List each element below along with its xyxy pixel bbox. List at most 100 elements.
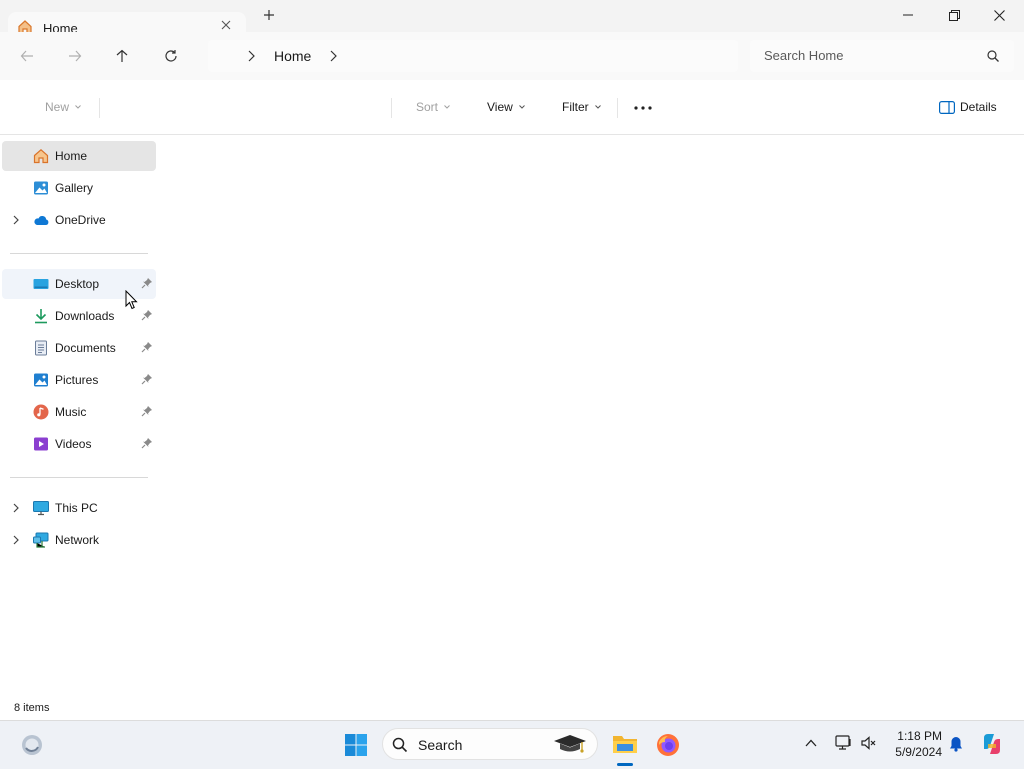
breadcrumb-home[interactable]: Home bbox=[274, 48, 311, 64]
sidebar-item-label: Downloads bbox=[55, 309, 115, 323]
network-icon bbox=[33, 532, 49, 548]
taskbar-search-box[interactable]: Search bbox=[382, 728, 598, 760]
copilot-icon[interactable] bbox=[980, 732, 1004, 756]
graduation-cap-icon bbox=[551, 731, 589, 757]
filter-button[interactable]: Filter bbox=[562, 100, 602, 114]
navigation-pane: Home Gallery OneDrive Desktop Downloads … bbox=[0, 135, 158, 720]
music-icon bbox=[33, 404, 49, 420]
chevron-down-icon bbox=[518, 105, 525, 109]
title-bar: Home bbox=[0, 0, 1024, 36]
taskbar-search-label: Search bbox=[418, 737, 463, 753]
chevron-down-icon bbox=[444, 105, 450, 109]
details-pane-icon bbox=[939, 100, 955, 114]
view-button[interactable]: View bbox=[487, 100, 526, 114]
chevron-right-icon[interactable] bbox=[11, 534, 21, 546]
sidebar-item-network[interactable]: Network bbox=[2, 525, 156, 555]
chevron-right-icon[interactable] bbox=[328, 50, 338, 62]
forward-button[interactable] bbox=[63, 44, 87, 68]
taskbar: Search 1:18 PM 5/9/2024 bbox=[0, 720, 1024, 769]
refresh-button[interactable] bbox=[159, 44, 183, 68]
search-placeholder: Search Home bbox=[764, 48, 844, 63]
home-icon bbox=[33, 148, 49, 164]
pin-icon[interactable] bbox=[141, 341, 153, 353]
sidebar-item-label: Network bbox=[55, 533, 100, 547]
details-label: Details bbox=[960, 100, 997, 114]
more-options-icon[interactable] bbox=[633, 105, 653, 111]
desktop-icon bbox=[33, 276, 49, 292]
pin-icon[interactable] bbox=[141, 277, 153, 289]
sidebar-item-pictures[interactable]: Pictures bbox=[2, 365, 156, 395]
active-app-indicator bbox=[617, 763, 633, 766]
notification-bell-icon[interactable] bbox=[949, 736, 963, 752]
chevron-down-icon bbox=[75, 105, 81, 109]
sidebar-item-this-pc[interactable]: This PC bbox=[2, 493, 156, 523]
sidebar-item-home[interactable]: Home bbox=[2, 141, 156, 171]
sidebar-item-label: Pictures bbox=[55, 373, 99, 387]
maximize-button[interactable] bbox=[931, 0, 977, 30]
sidebar-item-gallery[interactable]: Gallery bbox=[2, 173, 156, 203]
gallery-icon bbox=[33, 180, 49, 196]
minimize-button[interactable] bbox=[885, 0, 931, 30]
search-icon bbox=[392, 737, 408, 753]
speaker-muted-icon[interactable] bbox=[861, 735, 877, 751]
videos-icon bbox=[33, 436, 49, 452]
search-icon bbox=[986, 49, 1000, 63]
documents-icon bbox=[33, 340, 49, 356]
new-label: New bbox=[45, 100, 70, 114]
sidebar-item-videos[interactable]: Videos bbox=[2, 429, 156, 459]
sidebar-item-label: Videos bbox=[55, 437, 92, 451]
sort-label: Sort bbox=[416, 100, 439, 114]
sidebar-item-onedrive[interactable]: OneDrive bbox=[2, 205, 156, 235]
chevron-up-icon[interactable] bbox=[805, 738, 817, 748]
chevron-right-icon[interactable] bbox=[11, 214, 21, 226]
new-tab-button[interactable] bbox=[262, 8, 276, 22]
sidebar-item-label: OneDrive bbox=[55, 213, 106, 227]
sidebar-item-label: Gallery bbox=[55, 181, 94, 195]
address-bar: Home Search Home bbox=[0, 32, 1024, 80]
sidebar-divider bbox=[10, 477, 148, 478]
firefox-icon[interactable] bbox=[656, 733, 680, 757]
search-input[interactable]: Search Home bbox=[750, 40, 1014, 72]
breadcrumb[interactable]: Home bbox=[208, 40, 738, 72]
sidebar-divider bbox=[10, 253, 148, 254]
details-button[interactable]: Details bbox=[939, 100, 997, 114]
pin-icon[interactable] bbox=[141, 437, 153, 449]
clock-date[interactable]: 5/9/2024 bbox=[884, 745, 942, 759]
chevron-right-icon[interactable] bbox=[11, 502, 21, 514]
command-bar: New Sort View Filter Details bbox=[0, 80, 1024, 135]
divider bbox=[391, 98, 392, 118]
sidebar-item-music[interactable]: Music bbox=[2, 397, 156, 427]
clock-time[interactable]: 1:18 PM bbox=[884, 729, 942, 743]
status-item-count: 8 items bbox=[14, 702, 50, 714]
view-label: View bbox=[487, 100, 513, 114]
up-button[interactable] bbox=[110, 44, 134, 68]
close-window-button[interactable] bbox=[976, 0, 1022, 30]
divider bbox=[99, 98, 100, 118]
new-button[interactable]: New bbox=[45, 100, 82, 114]
pin-icon[interactable] bbox=[141, 309, 153, 321]
downloads-icon bbox=[33, 308, 49, 324]
mouse-cursor-icon bbox=[125, 290, 138, 310]
filter-label: Filter bbox=[562, 100, 589, 114]
pin-icon[interactable] bbox=[141, 405, 153, 417]
widgets-icon[interactable] bbox=[20, 733, 44, 757]
sidebar-item-label: Music bbox=[55, 405, 87, 419]
sidebar-item-documents[interactable]: Documents bbox=[2, 333, 156, 363]
file-explorer-icon[interactable] bbox=[611, 731, 639, 757]
start-icon[interactable] bbox=[344, 733, 368, 757]
sidebar-item-label: This PC bbox=[55, 501, 98, 515]
divider bbox=[617, 98, 618, 118]
network-status-icon[interactable] bbox=[835, 735, 853, 751]
this-pc-icon bbox=[33, 500, 49, 516]
back-button[interactable] bbox=[15, 44, 39, 68]
chevron-right-icon[interactable] bbox=[246, 50, 256, 62]
chevron-down-icon bbox=[594, 105, 601, 109]
tab-home[interactable]: Home bbox=[8, 12, 246, 36]
close-tab-icon[interactable] bbox=[220, 19, 232, 31]
pin-icon[interactable] bbox=[141, 373, 153, 385]
sidebar-item-label: Desktop bbox=[55, 277, 100, 291]
sidebar-item-label: Home bbox=[55, 149, 88, 163]
onedrive-icon bbox=[33, 212, 49, 228]
content-area[interactable] bbox=[158, 135, 1024, 700]
sort-button[interactable]: Sort bbox=[416, 100, 451, 114]
